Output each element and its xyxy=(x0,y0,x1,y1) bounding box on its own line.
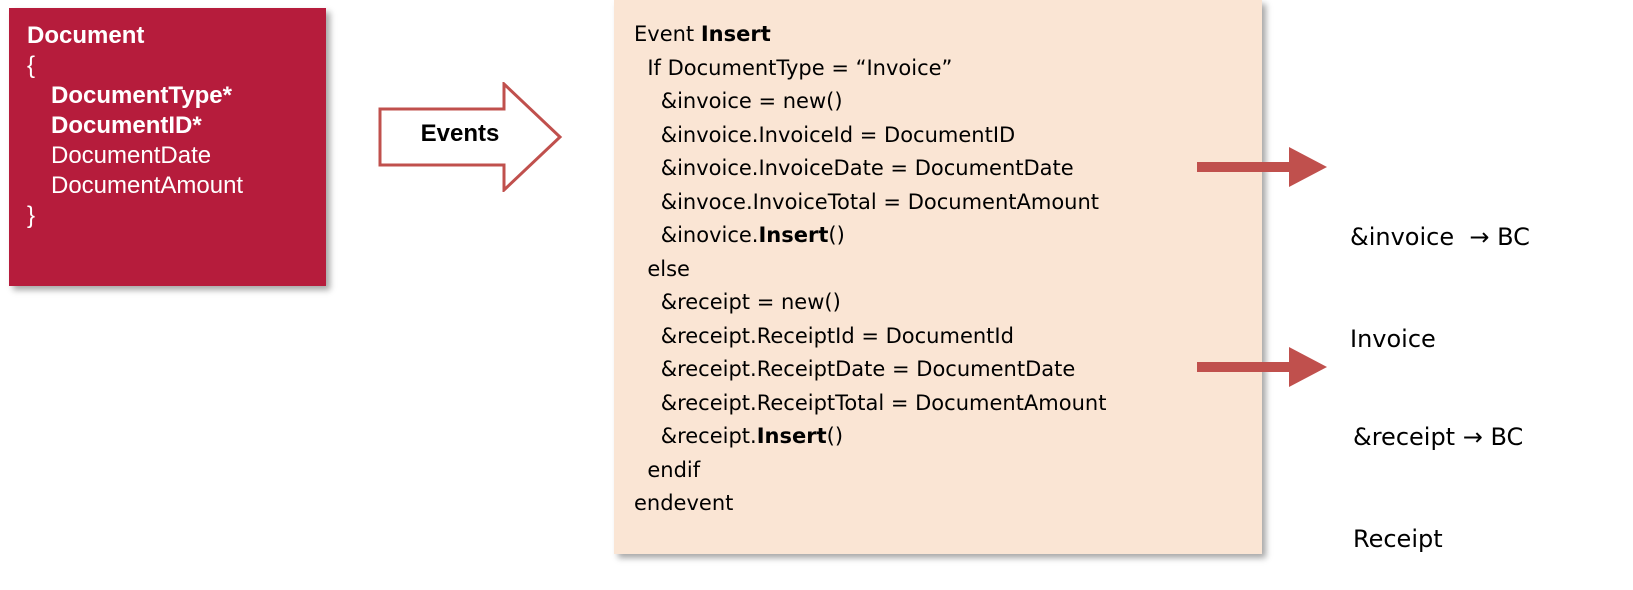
document-title: Document xyxy=(27,22,145,49)
code-text: endif xyxy=(634,457,701,482)
code-text: If DocumentType = “Invoice” xyxy=(634,55,953,80)
code-line: else xyxy=(634,253,690,285)
code-line: &receipt.ReceiptId = DocumentId xyxy=(634,320,1014,352)
code-keyword: Insert xyxy=(756,424,827,448)
code-text: Event xyxy=(634,22,701,46)
code-line: If DocumentType = “Invoice” xyxy=(634,52,952,84)
code-line: &receipt.ReceiptDate = DocumentDate xyxy=(634,353,1076,385)
code-text: else xyxy=(634,256,690,281)
code-text: &invoice = new() xyxy=(634,89,843,113)
code-line: &invoice.InvoiceDate = DocumentDate xyxy=(634,152,1074,184)
bc-receipt-label: &receipt → BC Receipt xyxy=(1353,352,1523,590)
code-line: Event Insert xyxy=(634,18,771,50)
code-line: &invoice.InvoiceId = DocumentID xyxy=(634,119,1016,151)
code-line: endif xyxy=(634,454,700,486)
code-text: &receipt.ReceiptDate = DocumentDate xyxy=(634,357,1076,381)
code-text: &invoice.InvoiceId = DocumentID xyxy=(634,122,1016,147)
receipt-mapping-arrow-icon xyxy=(1197,347,1327,387)
event-code-block: Event Insert If DocumentType = “Invoice”… xyxy=(614,0,1262,554)
code-text: endevent xyxy=(634,491,734,515)
code-keyword: Insert xyxy=(758,223,829,247)
open-brace: { xyxy=(27,52,36,79)
code-line: &receipt.ReceiptTotal = DocumentAmount xyxy=(634,387,1107,419)
code-line: &inovice.Insert() xyxy=(634,219,845,251)
code-text-suffix: () xyxy=(828,223,845,247)
attr-document-id: DocumentID* xyxy=(51,112,202,139)
code-line: &invoice = new() xyxy=(634,85,843,117)
attr-document-date: DocumentDate xyxy=(51,142,212,169)
code-text-suffix: () xyxy=(826,424,844,448)
close-brace: } xyxy=(27,202,36,229)
attr-document-type: DocumentType* xyxy=(51,82,232,109)
bc-receipt-line1: &receipt → BC xyxy=(1353,423,1524,451)
code-text: &receipt. xyxy=(634,424,757,448)
bc-invoice-line2: Invoice xyxy=(1350,325,1436,353)
document-entity: Document { DocumentType* DocumentID* Doc… xyxy=(9,8,326,286)
code-text: &receipt.ReceiptId = DocumentId xyxy=(634,323,1014,348)
events-label: Events xyxy=(420,120,500,147)
bc-invoice-line1: &invoice → BC xyxy=(1350,223,1530,251)
code-line: endevent xyxy=(634,487,733,519)
bc-receipt-line2: Receipt xyxy=(1353,525,1443,553)
code-text: &invoice.InvoiceDate = DocumentDate xyxy=(634,156,1074,180)
code-line: &receipt = new() xyxy=(634,286,841,318)
code-text: &invoce.InvoiceTotal = DocumentAmount xyxy=(634,189,1100,214)
code-text: &inovice. xyxy=(634,223,759,247)
attr-document-amount: DocumentAmount xyxy=(51,172,244,199)
code-line: &invoce.InvoiceTotal = DocumentAmount xyxy=(634,186,1099,218)
code-keyword: Insert xyxy=(700,22,771,46)
code-text: &receipt = new() xyxy=(634,290,841,314)
code-text: &receipt.ReceiptTotal = DocumentAmount xyxy=(634,390,1107,415)
code-line: &receipt.Insert() xyxy=(634,420,843,452)
invoice-mapping-arrow-icon xyxy=(1197,147,1327,187)
